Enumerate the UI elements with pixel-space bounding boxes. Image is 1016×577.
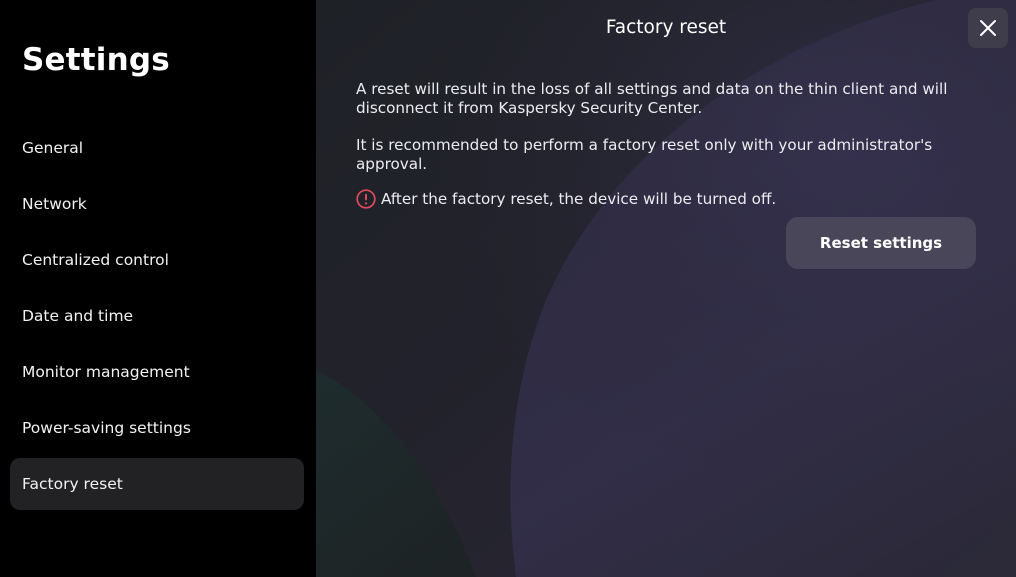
approval-paragraph: It is recommended to perform a factory r… — [356, 136, 933, 173]
sidebar-nav: General Network Centralized control Date… — [10, 122, 304, 514]
sidebar-item-power-saving-settings[interactable]: Power-saving settings — [10, 402, 304, 454]
sidebar-item-monitor-management[interactable]: Monitor management — [10, 346, 304, 398]
page-title: Factory reset — [605, 17, 727, 38]
main-pane: Factory reset A reset will result in the… — [316, 0, 1016, 577]
sidebar-item-network[interactable]: Network — [10, 178, 304, 230]
sidebar-item-centralized-control[interactable]: Centralized control — [10, 234, 304, 286]
sidebar-item-date-and-time[interactable]: Date and time — [10, 290, 304, 342]
sidebar: Settings General Network Centralized con… — [0, 0, 316, 577]
alert-circle-icon — [356, 189, 376, 209]
sidebar-item-factory-reset[interactable]: Factory reset — [10, 458, 304, 510]
shutdown-warning: After the factory reset, the device will… — [356, 189, 986, 209]
close-icon — [980, 20, 996, 36]
shutdown-warning-text: After the factory reset, the device will… — [381, 189, 777, 208]
reset-description: A reset will result in the loss of all s… — [356, 80, 986, 209]
settings-window: Settings General Network Centralized con… — [0, 0, 1016, 577]
sidebar-item-general[interactable]: General — [10, 122, 304, 174]
sidebar-title: Settings — [22, 42, 170, 78]
close-button[interactable] — [968, 8, 1008, 48]
reset-warning-paragraph: A reset will result in the loss of all s… — [356, 80, 948, 117]
reset-settings-button[interactable]: Reset settings — [786, 217, 976, 269]
